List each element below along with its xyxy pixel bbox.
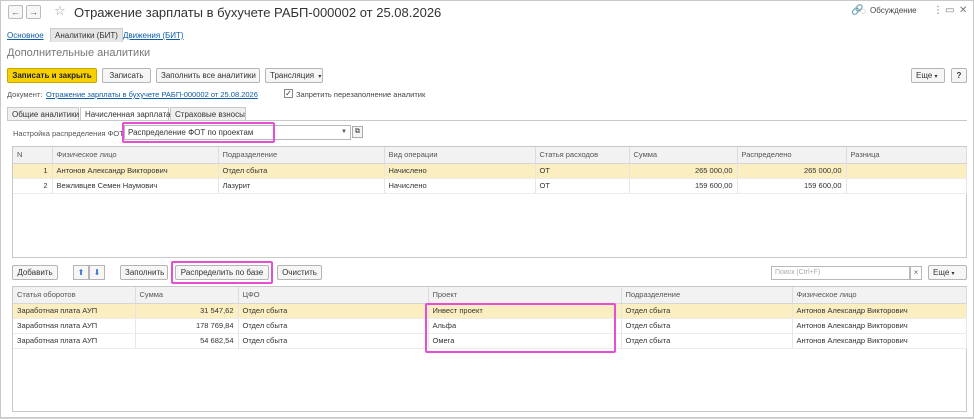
more-label: Еще (916, 71, 933, 80)
column-header[interactable]: ЦФО (238, 287, 429, 304)
table-row[interactable]: 1 Антонов Александр Викторович Отдел сбы… (13, 163, 967, 179)
distribution-setting-label: Настройка распределения ФОТ: (13, 129, 126, 138)
table-cell: Отдел сбыта (621, 303, 793, 319)
table-cell: 159 600,00 (737, 178, 847, 194)
more-dropdown-bottom[interactable]: Еще ▾ (928, 265, 967, 280)
forbid-refill-checkbox[interactable]: ✓ (284, 89, 293, 98)
table-cell: 31 547,62 (135, 303, 239, 319)
highlight-distribute-button (171, 261, 273, 284)
table-cell: 2 (13, 178, 53, 194)
table-cell: Заработная плата АУП (13, 318, 136, 334)
table-cell: Заработная плата АУП (13, 333, 136, 349)
column-header[interactable]: Сумма (135, 287, 239, 304)
tab-insurance-contributions[interactable]: Страховые взносы (170, 107, 246, 121)
tab-movements-bit[interactable]: Движения (БИТ) (123, 29, 184, 43)
table-cell: 54 682,54 (135, 333, 239, 349)
tab-accrued-salary[interactable]: Начисленная зарплата (80, 107, 171, 121)
table-cell: Начислено (384, 163, 536, 179)
column-header[interactable]: Статья расходов (535, 147, 630, 164)
table-cell: Отдел сбыта (238, 303, 429, 319)
table-cell: Отдел сбыта (238, 318, 429, 334)
help-button[interactable]: ? (951, 68, 967, 83)
table-cell: Отдел сбыта (238, 333, 429, 349)
add-button[interactable]: Добавить (12, 265, 58, 280)
table-cell: Отдел сбыта (218, 163, 385, 179)
table-cell: Антонов Александр Викторович (792, 318, 967, 334)
highlight-distribution (122, 122, 275, 143)
table-cell: Антонов Александр Викторович (792, 333, 967, 349)
document-window: ← → ☆ Отражение зарплаты в бухучете РАБП… (0, 0, 974, 418)
column-header[interactable]: Разница (846, 147, 967, 164)
highlight-project-column (425, 303, 616, 353)
chevron-down-icon[interactable]: ▼ (338, 125, 350, 140)
tab-main[interactable]: Основное (7, 29, 44, 43)
window-title: Отражение зарплаты в бухучете РАБП-00000… (74, 5, 442, 20)
table-cell: 1 (13, 163, 53, 179)
column-header[interactable]: Распределено (737, 147, 847, 164)
open-link-icon[interactable]: ⧉ (352, 126, 363, 138)
discussion-icon[interactable]: ◌ (860, 6, 866, 17)
chevron-down-icon: ▾ (318, 74, 322, 80)
chevron-down-icon: ▾ (934, 74, 938, 80)
discussion-label[interactable]: Обсуждение (870, 6, 917, 15)
column-header[interactable]: Подразделение (218, 147, 385, 164)
maximize-icon[interactable]: ▭ (945, 5, 954, 16)
back-arrow-icon[interactable]: ← (8, 5, 23, 19)
table-cell (846, 178, 967, 194)
table-cell: 265 000,00 (737, 163, 847, 179)
document-label: Документ: (7, 90, 43, 99)
table-cell: Лазурит (218, 178, 385, 194)
column-header[interactable]: Статья оборотов (13, 287, 136, 304)
column-header[interactable]: Подразделение (621, 287, 793, 304)
search-input[interactable]: Поиск (Ctrl+F) (771, 266, 910, 280)
more-dropdown[interactable]: Еще ▾ (911, 68, 945, 83)
menu-dots-icon[interactable]: ⋮ (933, 5, 943, 16)
table-cell: Заработная плата АУП (13, 303, 136, 319)
favorite-star-icon[interactable]: ☆ (54, 3, 66, 19)
close-icon[interactable]: ✕ (959, 5, 967, 16)
table-cell: Антонов Александр Викторович (52, 163, 219, 179)
page-subtitle: Дополнительные аналитики (7, 47, 151, 59)
table-header-row: Статья оборотов Сумма ЦФО Проект Подразд… (13, 287, 967, 304)
clear-button[interactable]: Очистить (277, 265, 322, 280)
title-bar: ← → ☆ Отражение зарплаты в бухучете РАБП… (1, 1, 973, 23)
table-cell: ОТ (535, 178, 630, 194)
table-cell (846, 163, 967, 179)
fill-all-analytics-button[interactable]: Заполнить все аналитики (156, 68, 260, 83)
table-cell: 265 000,00 (629, 163, 738, 179)
column-header[interactable]: Физическое лицо (792, 287, 967, 304)
more-label: Еще (933, 268, 950, 277)
table-cell: Отдел сбыта (621, 318, 793, 334)
tab-analytics-bit[interactable]: Аналитики (БИТ) (50, 28, 123, 42)
save-button[interactable]: Записать (102, 68, 151, 83)
table-cell: Вежливцев Семен Наумович (52, 178, 219, 194)
chevron-down-icon: ▾ (951, 271, 955, 277)
column-header[interactable]: Физическое лицо (52, 147, 219, 164)
column-header[interactable]: N (13, 147, 53, 164)
accrual-table-grid: N Физическое лицо Подразделение Вид опер… (13, 147, 967, 194)
table-cell: 159 600,00 (629, 178, 738, 194)
document-link[interactable]: Отражение зарплаты в бухучете РАБП-00000… (46, 90, 258, 99)
forward-arrow-icon[interactable]: → (26, 5, 41, 19)
accrual-table: N Физическое лицо Подразделение Вид опер… (12, 146, 967, 258)
column-header[interactable]: Вид операции (384, 147, 536, 164)
column-header[interactable]: Сумма (629, 147, 738, 164)
tab-general-analytics[interactable]: Общие аналитики (7, 107, 79, 121)
translation-label: Трансляция (270, 71, 315, 80)
table-cell: Начислено (384, 178, 536, 194)
translation-dropdown[interactable]: Трансляция ▾ (265, 68, 323, 83)
table-cell: 178 769,84 (135, 318, 239, 334)
table-cell: ОТ (535, 163, 630, 179)
move-down-icon[interactable]: ⬇ (89, 265, 105, 280)
fill-button[interactable]: Заполнить (120, 265, 168, 280)
move-up-icon[interactable]: ⬆ (73, 265, 89, 280)
column-header[interactable]: Проект (428, 287, 622, 304)
table-cell: Антонов Александр Викторович (792, 303, 967, 319)
save-and-close-button[interactable]: Записать и закрыть (7, 68, 97, 83)
table-header-row: N Физическое лицо Подразделение Вид опер… (13, 147, 967, 164)
table-cell: Отдел сбыта (621, 333, 793, 349)
forbid-refill-label[interactable]: Запретить перезаполнение аналитик (296, 90, 425, 99)
table-row[interactable]: 2 Вежливцев Семен Наумович Лазурит Начис… (13, 178, 967, 194)
clear-search-icon[interactable]: × (910, 266, 922, 280)
